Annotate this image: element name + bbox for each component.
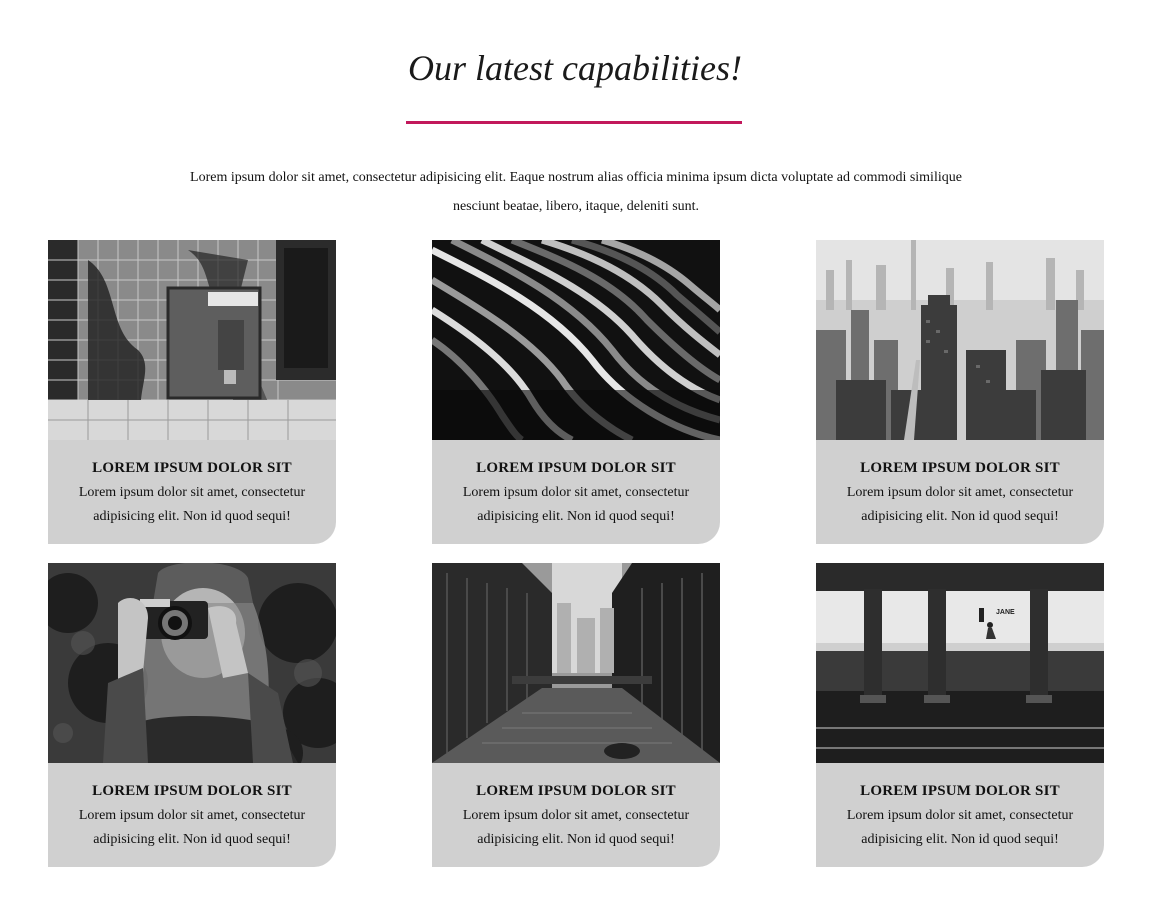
card-title: LOREM IPSUM DOLOR SIT [92, 783, 292, 799]
capability-card: JANE LOREM IPSUM DOLOR SIT Lorem ipsum d… [816, 563, 1104, 867]
subway-platform-photo: JANE [816, 563, 1104, 763]
card-title: LOREM IPSUM DOLOR SIT [860, 460, 1060, 476]
section-title: Our latest capabilities! [408, 48, 742, 88]
card-title: LOREM IPSUM DOLOR SIT [92, 460, 292, 476]
woman-with-camera-photo [48, 563, 336, 763]
intro-text: Lorem ipsum dolor sit amet, consectetur … [190, 170, 962, 214]
card-title: LOREM IPSUM DOLOR SIT [476, 783, 676, 799]
capability-card: LOREM IPSUM DOLOR SIT Lorem ipsum dolor … [48, 563, 336, 867]
capability-card: LOREM IPSUM DOLOR SIT Lorem ipsum dolor … [48, 240, 336, 544]
wavy-architecture-photo [432, 240, 720, 440]
city-canal-photo [432, 563, 720, 763]
foggy-city-skyline-photo [816, 240, 1104, 440]
card-description: Lorem ipsum dolor sit amet, consectetur … [462, 485, 690, 524]
card-title: LOREM IPSUM DOLOR SIT [860, 783, 1060, 799]
card-description: Lorem ipsum dolor sit amet, consectetur … [78, 485, 306, 524]
capability-card: LOREM IPSUM DOLOR SIT Lorem ipsum dolor … [816, 240, 1104, 544]
title-divider [406, 121, 742, 124]
station-sign: JANE [996, 609, 1015, 616]
capability-card: LOREM IPSUM DOLOR SIT Lorem ipsum dolor … [432, 240, 720, 544]
graffiti-wall-mailbox-photo [48, 240, 336, 440]
capability-card: LOREM IPSUM DOLOR SIT Lorem ipsum dolor … [432, 563, 720, 867]
card-description: Lorem ipsum dolor sit amet, consectetur … [846, 485, 1074, 524]
card-description: Lorem ipsum dolor sit amet, consectetur … [78, 808, 306, 847]
card-description: Lorem ipsum dolor sit amet, consectetur … [462, 808, 690, 847]
card-description: Lorem ipsum dolor sit amet, consectetur … [846, 808, 1074, 847]
card-title: LOREM IPSUM DOLOR SIT [476, 460, 676, 476]
